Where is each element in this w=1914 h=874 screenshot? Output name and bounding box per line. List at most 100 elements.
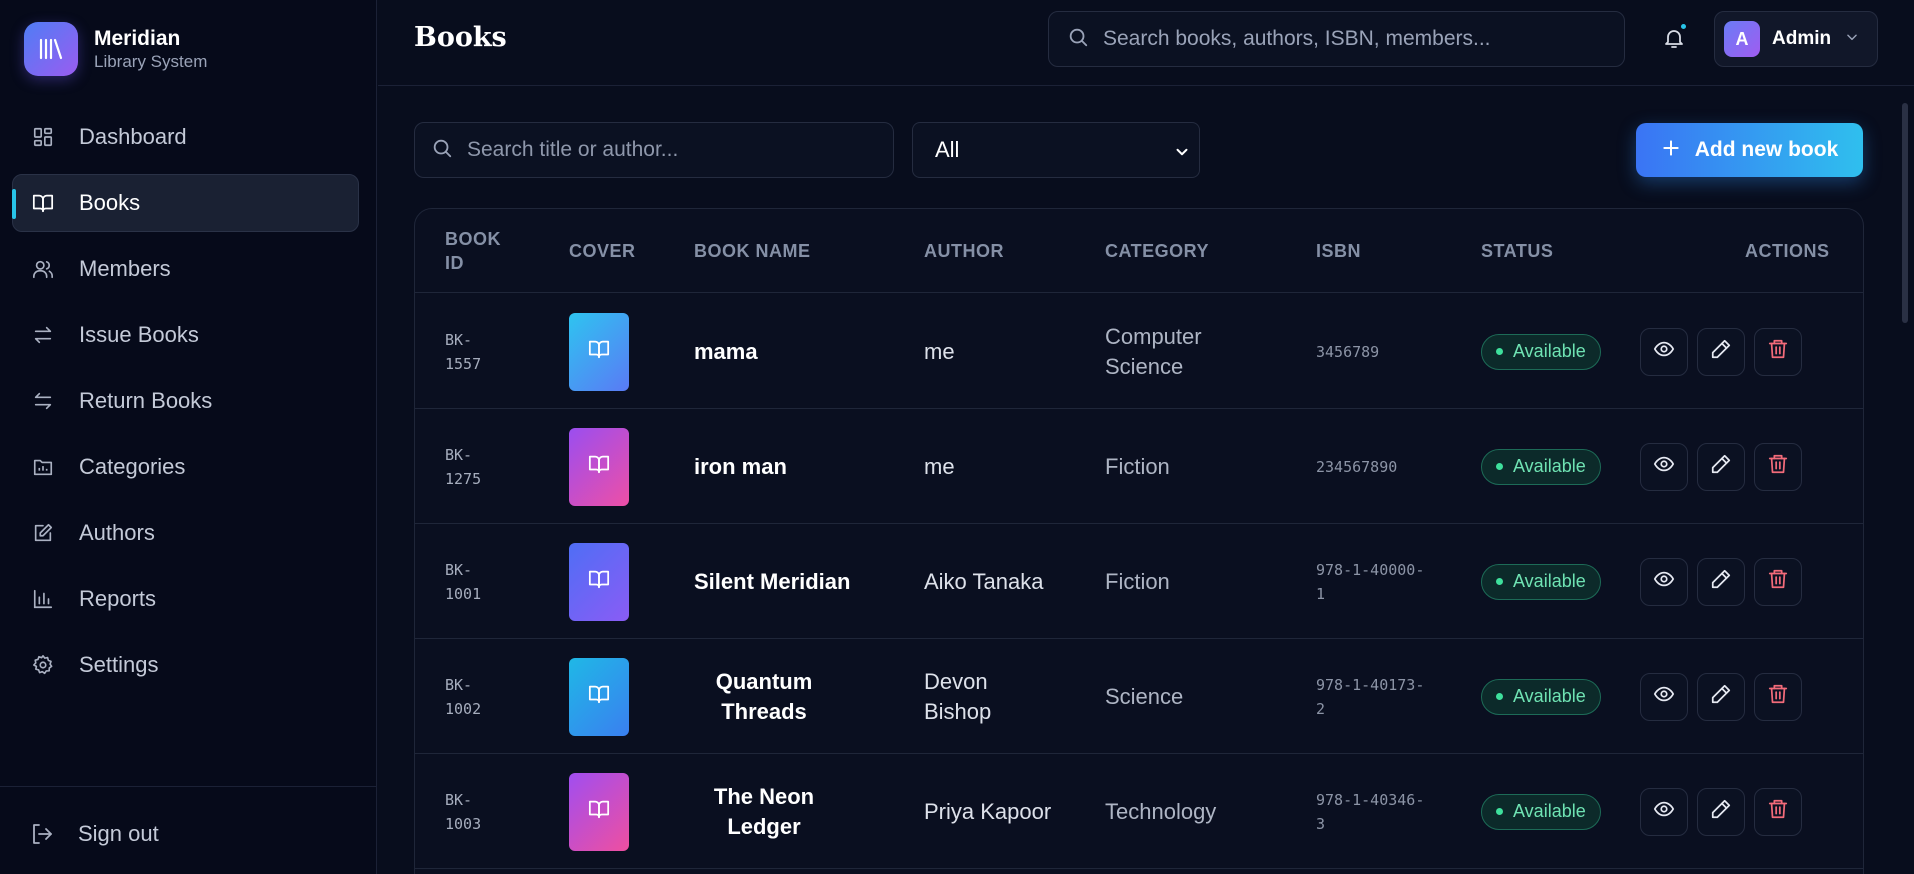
- brand[interactable]: Meridian Library System: [24, 22, 207, 76]
- status-badge: Available: [1481, 793, 1601, 830]
- book-category: Science: [1105, 683, 1184, 709]
- brand-subtitle: Library System: [94, 52, 208, 71]
- book-isbn: 978-1-40346-3: [1316, 790, 1425, 833]
- sidebar-item-settings[interactable]: Settings: [12, 636, 359, 694]
- table-row[interactable]: BK-1001 Silent Meridian Aiko Tanaka Fiction…: [415, 524, 1863, 639]
- view-button[interactable]: [1640, 442, 1688, 491]
- sidebar-item-return-books[interactable]: Return Books: [12, 372, 359, 430]
- sidebar-item-label: Reports: [79, 586, 157, 611]
- book-search[interactable]: [414, 122, 894, 178]
- book-isbn: 978-1-40000-1: [1316, 560, 1425, 603]
- sidebar-item-categories[interactable]: Categories: [12, 438, 359, 496]
- book-name: Silent Meridian: [694, 568, 851, 594]
- view-button[interactable]: [1640, 327, 1688, 376]
- sidebar-item-authors[interactable]: Authors: [12, 504, 359, 562]
- status-badge: Available: [1481, 333, 1601, 370]
- sidebar-footer: Sign out: [0, 786, 377, 874]
- global-search[interactable]: [1048, 11, 1625, 67]
- book-open-icon: [587, 683, 611, 710]
- add-book-button[interactable]: Add new book: [1636, 123, 1863, 177]
- pencil-icon: [1710, 568, 1732, 595]
- user-menu[interactable]: A Admin: [1714, 11, 1878, 67]
- table-row[interactable]: BK-1003 The Neon Ledger Priya Kapoor Techno…: [415, 754, 1863, 869]
- book-open-icon: [31, 191, 55, 215]
- book-cover: [569, 427, 629, 506]
- view-button[interactable]: [1640, 557, 1688, 606]
- status-dot: [1496, 693, 1503, 700]
- return-icon: [31, 389, 55, 413]
- status-badge: Available: [1481, 448, 1601, 485]
- sidebar-item-dashboard[interactable]: Dashboard: [12, 108, 359, 166]
- sidebar-item-books[interactable]: Books: [12, 174, 359, 232]
- sign-out-button[interactable]: Sign out: [30, 821, 159, 847]
- top-bar: Books A Admin: [378, 0, 1914, 86]
- column-header-author[interactable]: AUTHOR: [924, 209, 1004, 293]
- sidebar-item-issue-books[interactable]: Issue Books: [12, 306, 359, 364]
- edit-button[interactable]: [1697, 442, 1745, 491]
- book-id: BK-1003: [445, 790, 482, 833]
- library-logo-icon: [24, 22, 78, 76]
- pencil-icon: [1710, 798, 1732, 825]
- status-label: Available: [1513, 801, 1586, 821]
- column-header-status[interactable]: STATUS: [1481, 209, 1553, 293]
- search-icon: [431, 137, 453, 164]
- sidebar-item-label: Authors: [79, 520, 155, 545]
- sidebar-item-reports[interactable]: Reports: [12, 570, 359, 628]
- book-cover: [569, 312, 629, 391]
- sign-out-label: Sign out: [78, 821, 159, 846]
- book-id: BK-1001: [445, 560, 482, 603]
- sidebar-item-label: Categories: [79, 454, 186, 479]
- sidebar: Meridian Library System Dashboard Books …: [0, 0, 377, 874]
- book-name: Quantum Threads: [715, 668, 813, 724]
- delete-button[interactable]: [1754, 442, 1802, 491]
- eye-icon: [1653, 683, 1675, 710]
- delete-button[interactable]: [1754, 672, 1802, 721]
- view-button[interactable]: [1640, 672, 1688, 721]
- chevron-down-icon: [1173, 141, 1191, 167]
- pencil-icon: [1710, 453, 1732, 480]
- view-button[interactable]: [1640, 787, 1688, 836]
- book-category: Computer Science: [1105, 323, 1202, 379]
- add-book-label: Add new book: [1694, 138, 1839, 161]
- delete-button[interactable]: [1754, 557, 1802, 606]
- bar-chart-icon: [31, 587, 55, 611]
- edit-button[interactable]: [1697, 557, 1745, 606]
- edit-button[interactable]: [1697, 327, 1745, 376]
- trash-icon: [1767, 798, 1789, 825]
- active-indicator: [12, 189, 16, 219]
- column-header-isbn[interactable]: ISBN: [1316, 209, 1361, 293]
- status-label: Available: [1513, 571, 1586, 591]
- book-search-input[interactable]: [467, 138, 867, 162]
- edit-button[interactable]: [1697, 787, 1745, 836]
- column-header-category[interactable]: CATEGORY: [1105, 209, 1209, 293]
- column-header-book-name[interactable]: BOOK NAME: [694, 209, 811, 293]
- folder-chart-icon: [31, 455, 55, 479]
- global-search-input[interactable]: [1103, 27, 1603, 51]
- sidebar-item-label: Books: [79, 190, 141, 215]
- notifications-button[interactable]: [1658, 22, 1690, 56]
- avatar: A: [1724, 21, 1760, 57]
- table-row[interactable]: BK-1557 mama me Computer Science 3456789 Avai…: [415, 294, 1863, 409]
- book-author: Devon Bishop: [924, 668, 992, 724]
- scrollbar-thumb[interactable]: [1902, 103, 1908, 323]
- status-badge: Available: [1481, 678, 1601, 715]
- table-row[interactable]: BK-1002 Quantum Threads Devon Bishop Scienc…: [415, 639, 1863, 754]
- book-open-icon: [587, 338, 611, 365]
- trash-icon: [1767, 683, 1789, 710]
- sidebar-item-members[interactable]: Members: [12, 240, 359, 298]
- book-isbn: 978-1-40173-2: [1316, 675, 1425, 718]
- delete-button[interactable]: [1754, 787, 1802, 836]
- status-dot: [1496, 578, 1503, 585]
- trash-icon: [1767, 568, 1789, 595]
- table-row[interactable]: BK-1275 iron man me Fiction 234567890 Availab…: [415, 409, 1863, 524]
- category-filter-select[interactable]: All: [912, 122, 1200, 178]
- books-table: BOOK ID COVER BOOK NAME AUTHOR CATEGORY …: [414, 208, 1864, 874]
- delete-button[interactable]: [1754, 327, 1802, 376]
- edit-button[interactable]: [1697, 672, 1745, 721]
- table-header: BOOK ID COVER BOOK NAME AUTHOR CATEGORY …: [415, 209, 1863, 293]
- column-header-cover: COVER: [569, 240, 636, 261]
- column-header-book-id[interactable]: BOOK ID: [445, 209, 515, 293]
- sidebar-item-label: Dashboard: [79, 124, 187, 149]
- sidebar-item-label: Settings: [79, 652, 159, 677]
- status-label: Available: [1513, 686, 1586, 706]
